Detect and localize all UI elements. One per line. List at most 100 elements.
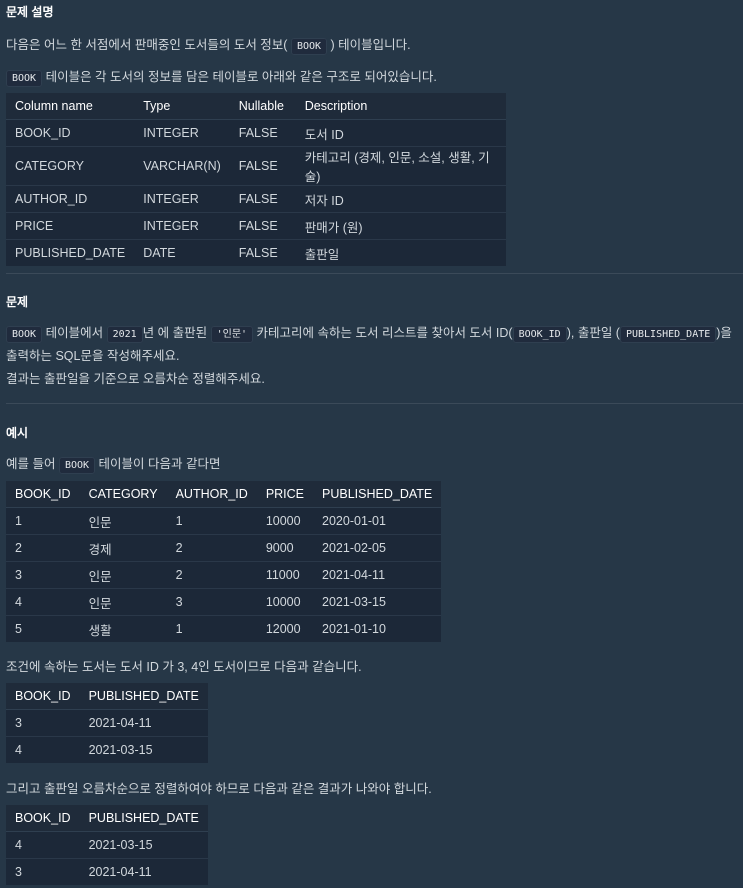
sorted-result-table: BOOK_ID PUBLISHED_DATE 4 2021-03-15 3 2021-04… xyxy=(6,805,208,885)
text: 테이블에서 xyxy=(45,326,104,340)
table-cell: 카테고리 (경제, 인문, 소설, 생활, 기술) xyxy=(295,146,506,186)
table-cell: FALSE xyxy=(229,239,296,266)
table-cell: 5 xyxy=(6,615,80,642)
code-published-date: PUBLISHED_DATE xyxy=(619,326,717,343)
column-header: PRICE xyxy=(256,481,314,508)
table-row: 2 경제 2 9000 2021-02-05 xyxy=(6,534,442,562)
text: 다음은 어느 한 서점에서 판매중인 도서들의 도서 정보( xyxy=(6,38,288,52)
column-header: Nullable xyxy=(229,93,296,120)
table-cell: FALSE xyxy=(229,185,296,213)
table-cell: 2 xyxy=(166,534,257,562)
table-cell: BOOK_ID xyxy=(6,119,135,147)
table-cell: 9000 xyxy=(256,534,314,562)
code-book: BOOK xyxy=(290,38,328,55)
table-row: 3 인문 2 11000 2021-04-11 xyxy=(6,561,442,589)
schema-table: Column name Type Nullable Description BOOK_I… xyxy=(6,93,506,266)
table-cell: 2 xyxy=(6,534,80,562)
table-cell: 1 xyxy=(166,507,257,535)
table-row: 3 2021-04-11 xyxy=(6,858,208,885)
table-cell: 판매가 (원) xyxy=(295,212,506,240)
table-cell: VARCHAR(N) xyxy=(134,146,230,186)
problem-heading: 문제 xyxy=(6,295,29,309)
column-header: PUBLISHED_DATE xyxy=(79,683,208,710)
table-cell: 2 xyxy=(166,561,257,589)
column-header: PUBLISHED_DATE xyxy=(313,481,442,508)
table-cell: 10000 xyxy=(256,588,314,616)
table-row: 4 2021-03-15 xyxy=(6,831,208,859)
table-cell: FALSE xyxy=(229,119,296,147)
table-cell: 2021-04-11 xyxy=(313,561,442,589)
column-header: AUTHOR_ID xyxy=(166,481,257,508)
table-header-row: Column name Type Nullable Description xyxy=(6,93,506,120)
table-header-row: BOOK_ID PUBLISHED_DATE xyxy=(6,683,208,710)
condition-text: 조건에 속하는 도서는 도서 ID 가 3, 4인 도서이므로 다음과 같습니다… xyxy=(6,660,362,674)
column-header: PUBLISHED_DATE xyxy=(79,805,208,832)
table-cell: 2020-01-01 xyxy=(313,507,442,535)
text: 년 에 출판된 xyxy=(142,326,208,340)
sort-text: 그리고 출판일 오름차순으로 정렬하여야 하므로 다음과 같은 결과가 나와야 … xyxy=(6,782,432,796)
condition-result-table: BOOK_ID PUBLISHED_DATE 3 2021-04-11 4 2021-03… xyxy=(6,683,208,763)
column-header: CATEGORY xyxy=(79,481,167,508)
table-cell: 3 xyxy=(6,561,80,589)
text: )을 xyxy=(716,326,732,340)
table-cell: 4 xyxy=(6,736,80,763)
table-cell: 인문 xyxy=(79,561,167,589)
table-header-row: BOOK_ID CATEGORY AUTHOR_ID PRICE PUBLISHED_D… xyxy=(6,481,442,508)
table-cell: 4 xyxy=(6,831,80,859)
table-cell: 3 xyxy=(6,858,80,885)
table-cell: 10000 xyxy=(256,507,314,535)
example-book-table: BOOK_ID CATEGORY AUTHOR_ID PRICE PUBLISHED_D… xyxy=(6,481,442,642)
table-row: 1 인문 1 10000 2020-01-01 xyxy=(6,507,442,535)
code-book-id: BOOK_ID xyxy=(512,326,567,343)
column-header: Column name xyxy=(6,93,135,120)
table-cell: 2021-04-11 xyxy=(79,709,208,737)
table-cell: 2021-04-11 xyxy=(79,858,208,885)
table-row: BOOK_ID INTEGER FALSE 도서 ID xyxy=(6,119,506,147)
column-header: BOOK_ID xyxy=(6,683,80,710)
problem-line-3: 결과는 출판일을 기준으로 오름차순 정렬해주세요. xyxy=(6,372,265,386)
table-cell: 2021-03-15 xyxy=(79,736,208,763)
table-cell: 인문 xyxy=(79,507,167,535)
table-cell: 출판일 xyxy=(295,239,506,266)
code-book: BOOK xyxy=(6,70,43,87)
table-cell: PRICE xyxy=(6,212,135,240)
table-cell: 3 xyxy=(6,709,80,737)
table-header-row: BOOK_ID PUBLISHED_DATE xyxy=(6,805,208,832)
table-cell: 11000 xyxy=(256,561,314,589)
table-cell: 도서 ID xyxy=(295,119,506,147)
table-cell: INTEGER xyxy=(134,119,230,147)
column-header: Type xyxy=(134,93,230,120)
table-cell: 2021-02-05 xyxy=(313,534,442,562)
example-intro: 예를 들어 BOOK 테이블이 다음과 같다면 xyxy=(6,453,221,474)
table-cell: INTEGER xyxy=(134,212,230,240)
table-cell: 경제 xyxy=(79,534,167,562)
code-book: BOOK xyxy=(58,457,96,474)
table-row: CATEGORY VARCHAR(N) FALSE 카테고리 (경제, 인문, 소설,… xyxy=(6,146,506,186)
table-cell: 인문 xyxy=(79,588,167,616)
column-header: BOOK_ID xyxy=(6,481,80,508)
description-line-2: BOOK 테이블은 각 도서의 정보를 담은 테이블로 아래와 같은 구조로 되… xyxy=(6,66,437,87)
table-cell: 2021-01-10 xyxy=(313,615,442,642)
table-cell: 4 xyxy=(6,588,80,616)
description-line-1: 다음은 어느 한 서점에서 판매중인 도서들의 도서 정보( BOOK ) 테이… xyxy=(6,34,411,55)
text: 테이블이 다음과 같다면 xyxy=(98,457,221,471)
table-cell: 2021-03-15 xyxy=(313,588,442,616)
table-cell: AUTHOR_ID xyxy=(6,185,135,213)
table-cell: FALSE xyxy=(229,212,296,240)
table-cell: 2021-03-15 xyxy=(79,831,208,859)
table-cell: FALSE xyxy=(229,146,296,186)
table-row: 3 2021-04-11 xyxy=(6,709,208,737)
divider xyxy=(6,403,743,404)
text: ), 출판일 ( xyxy=(566,326,620,340)
table-row: 4 2021-03-15 xyxy=(6,736,208,763)
table-cell: 12000 xyxy=(256,615,314,642)
table-cell: 생활 xyxy=(79,615,167,642)
code-year: 2021 xyxy=(106,326,143,343)
code-category: '인문' xyxy=(210,326,254,343)
table-row: PRICE INTEGER FALSE 판매가 (원) xyxy=(6,212,506,240)
table-cell: 1 xyxy=(6,507,80,535)
text: 카테고리에 속하는 도서 리스트를 찾아서 도서 ID( xyxy=(256,326,513,340)
table-cell: DATE xyxy=(134,239,230,266)
table-row: 5 생활 1 12000 2021-01-10 xyxy=(6,615,442,642)
divider xyxy=(6,273,743,274)
